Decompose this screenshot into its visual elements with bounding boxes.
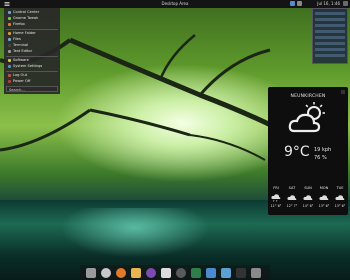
system-icon	[8, 64, 11, 68]
firefox-icon	[8, 22, 11, 26]
power-icon	[8, 79, 11, 83]
memory-graph	[315, 18, 345, 21]
cloud-icon	[287, 195, 297, 200]
monitor-icon[interactable]	[191, 268, 201, 278]
partly-cloudy-icon	[288, 102, 325, 133]
menu-item-power-off[interactable]: Power Off	[8, 79, 58, 84]
menu-item-home-folder[interactable]: Home Folder	[8, 31, 58, 36]
system-monitor-widget	[312, 8, 348, 64]
menu-icon[interactable]	[4, 1, 10, 7]
menu-item-terminal[interactable]: Terminal	[8, 43, 58, 48]
menu-item-software[interactable]: Software	[8, 58, 58, 63]
video-icon[interactable]	[146, 268, 156, 278]
cloud-icon	[319, 195, 329, 200]
forecast-day: SUN	[304, 186, 312, 190]
trash-icon[interactable]	[251, 268, 261, 278]
panel-clock[interactable]: Jul 16, 1:46	[317, 1, 340, 6]
top-panel: Desktop Area Jul 16, 1:46	[0, 0, 350, 8]
menu-item-files[interactable]: Files	[8, 37, 58, 42]
menu-separator	[6, 29, 58, 30]
settings-icon[interactable]	[176, 268, 186, 278]
menu-separator	[6, 56, 58, 57]
firefox-icon[interactable]	[116, 268, 126, 278]
cloud-icon	[303, 195, 313, 200]
menu-item-gnome-tweak[interactable]: Gnome Tweak	[8, 16, 58, 21]
weather-widget: NEUNKIRCHEN 9°C 19 kph 76 % FRI SAT SUN …	[268, 87, 348, 215]
menu-separator	[6, 71, 58, 72]
weather-location: NEUNKIRCHEN	[290, 94, 326, 99]
cloud-icon	[335, 195, 345, 200]
files-icon	[8, 37, 11, 41]
cpu-graph	[315, 12, 345, 15]
menu-item-text-editor[interactable]: Text Editor	[8, 49, 58, 54]
logout-icon	[8, 73, 11, 77]
search-icon[interactable]	[101, 268, 111, 278]
tools-icon[interactable]	[221, 268, 231, 278]
menu-item-firefox[interactable]: Firefox	[8, 22, 58, 27]
image-icon[interactable]	[206, 268, 216, 278]
text-editor-icon	[8, 49, 11, 53]
processes-row	[315, 54, 345, 57]
application-menu: Control Center Gnome Tweak Firefox Home …	[4, 8, 60, 94]
forecast-temps: 13° 6°	[318, 204, 330, 208]
forecast-day: TUE	[336, 186, 344, 190]
software-icon	[8, 58, 11, 62]
volume-icon[interactable]	[297, 1, 302, 6]
network-icon[interactable]	[290, 1, 295, 6]
file-manager-icon[interactable]	[86, 268, 96, 278]
current-temperature: 9°C	[284, 144, 310, 160]
disk-graph	[315, 36, 345, 39]
forecast-day: MON	[319, 186, 329, 190]
menu-search-input[interactable]: Search...	[6, 86, 58, 92]
forecast-temps: 11° 6°	[270, 204, 282, 208]
cloud-rain-icon	[271, 194, 281, 202]
home-icon	[8, 31, 11, 35]
humidity: 76 %	[314, 155, 327, 161]
text-icon[interactable]	[161, 268, 171, 278]
panel-title: Desktop Area	[161, 1, 189, 6]
forecast-temps: 12° 7°	[286, 204, 298, 208]
terminal-icon[interactable]	[236, 268, 246, 278]
terminal-icon	[8, 43, 11, 47]
wind-speed: 19 kph	[314, 147, 332, 153]
network-graph	[315, 30, 345, 33]
uptime-row	[315, 42, 345, 45]
load-row	[315, 48, 345, 51]
forecast-day: SAT	[288, 186, 296, 190]
forecast-temps: 13° 6°	[334, 204, 346, 208]
forecast-temps: 14° 6°	[302, 204, 314, 208]
menu-item-log-out[interactable]: Log Out	[8, 73, 58, 78]
swap-graph	[315, 24, 345, 27]
settings-icon	[8, 10, 11, 14]
menu-item-control-center[interactable]: Control Center	[8, 10, 58, 15]
power-menu-icon[interactable]	[343, 1, 348, 6]
tweak-icon	[8, 16, 11, 20]
files-icon[interactable]	[131, 268, 141, 278]
dock	[80, 265, 270, 280]
menu-item-system-settings[interactable]: System Settings	[8, 64, 58, 69]
forecast-day: FRI	[273, 186, 279, 190]
